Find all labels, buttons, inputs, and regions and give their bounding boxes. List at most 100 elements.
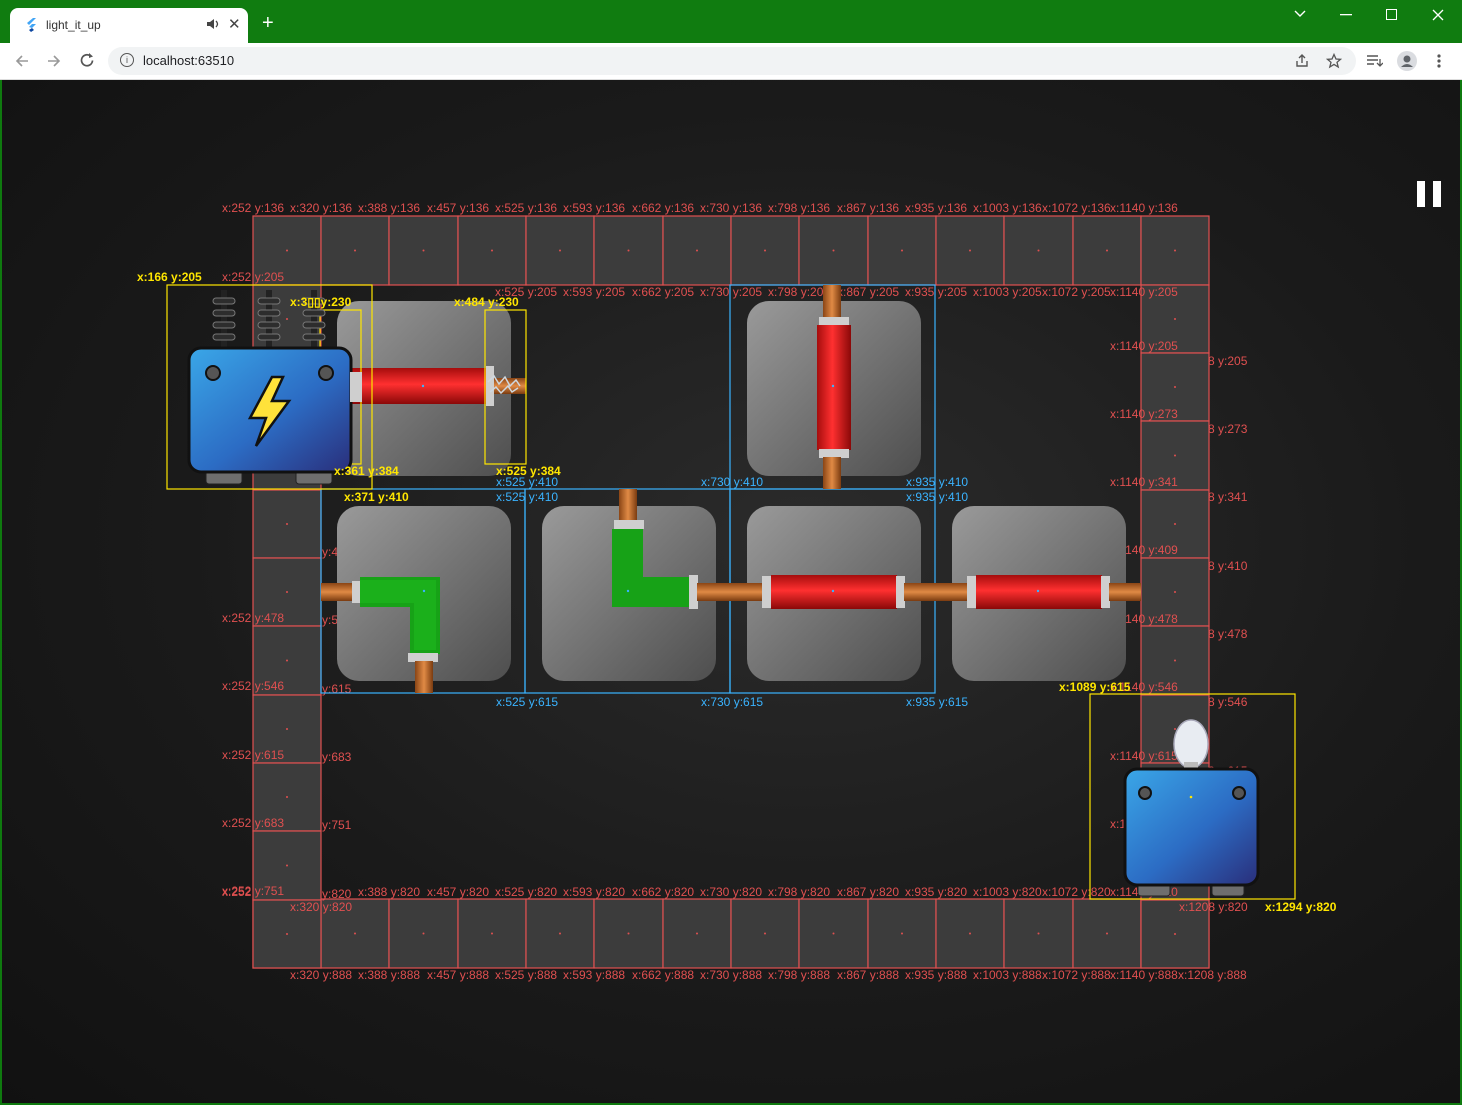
coordinate-label: x:867 y:136 [837, 201, 899, 215]
cell-center-dot [969, 249, 971, 252]
coordinate-label: x:867 y:820 [837, 885, 899, 899]
back-icon[interactable] [14, 53, 30, 69]
coordinate-label: x:252 y:478 [222, 611, 284, 625]
cell-center-dot [696, 932, 698, 935]
cell-center-dot [969, 932, 971, 935]
coordinate-label: x:320 y:888 [290, 968, 352, 982]
cell-center-dot [1037, 249, 1040, 252]
cell-label: x:525 y:410 [496, 490, 558, 504]
coordinate-label: x:935 y:205 [905, 285, 967, 299]
cell-center-dot [286, 659, 288, 662]
coordinate-label: x:1140 y:341 [1110, 475, 1178, 489]
cell-center-dot [286, 318, 288, 320]
minimize-icon[interactable] [1340, 14, 1352, 16]
coordinate-label: x:1208 y:820 [1179, 900, 1248, 914]
forward-icon[interactable] [46, 53, 62, 69]
cell-center-dot [832, 932, 835, 935]
site-info-icon[interactable]: i [120, 53, 134, 67]
coordinate-label: x:593 y:205 [563, 285, 625, 299]
coordinate-label: y:751 [322, 818, 352, 832]
puzzle-tiles [337, 301, 1126, 681]
coordinate-label: x:662 y:205 [632, 285, 694, 299]
game-scene: x:252 y:136 x:320 y:136 x:388 y:136 x:457 y… [137, 201, 1337, 982]
coordinate-label: x:593 y:136 [563, 201, 625, 215]
cell-center-dot [1174, 523, 1176, 525]
cell-center-dot [1174, 933, 1176, 935]
coordinate-label: x:1003 y:136 [973, 201, 1042, 215]
new-tab-button[interactable]: + [262, 13, 274, 33]
coordinate-label: x:1003 y:820 [973, 885, 1042, 899]
cell-center-dot [1174, 659, 1176, 662]
coordinate-label: x:252 y:683 [222, 816, 284, 830]
coordinate-label: x:252 y:205 [222, 270, 284, 284]
coordinate-label: x:730 y:820 [700, 885, 762, 899]
browser-tab[interactable]: light_it_up ✕ [10, 8, 248, 43]
coordinate-label: x:525 y:136 [495, 201, 557, 215]
coordinate-label: 8 y:341 [1208, 490, 1248, 504]
reload-icon[interactable] [79, 52, 96, 69]
pipe-bbox-label-br: x:361 y:384 [334, 464, 399, 478]
tab-title: light_it_up [46, 18, 101, 32]
coordinate-label: x:252 y:615 [222, 748, 284, 762]
cell-center-dot [696, 249, 698, 252]
pipe-horizontal-red-2 [762, 575, 968, 609]
coordinate-label: x:730 y:888 [700, 968, 762, 982]
cell-center-dot [286, 523, 288, 525]
coordinate-label: y:615 [322, 682, 352, 696]
coordinate-label: x:798 y:136 [768, 201, 830, 215]
coordinate-label: x:525 y:820 [495, 885, 557, 899]
tab-close-icon[interactable]: ✕ [228, 15, 241, 33]
coordinate-label: x:1072 y:888 [1042, 968, 1111, 982]
speaker-icon[interactable] [206, 17, 220, 31]
coordinate-label: x:1072 y:820 [1042, 885, 1111, 899]
coordinate-label: 8 y:273 [1208, 422, 1248, 436]
coordinate-label: x:593 y:888 [563, 968, 625, 982]
coordinate-label: x:662 y:888 [632, 968, 694, 982]
coordinate-label: x:1140 y:615 [1110, 749, 1178, 763]
coordinate-label: x:252 y:136 [222, 201, 284, 215]
tab-search-icon[interactable] [1293, 9, 1307, 19]
address-bar[interactable]: i localhost:63510 [108, 47, 1356, 75]
coordinate-label: x:1072 y:205 [1042, 285, 1111, 299]
coordinate-label: x:320 y:820 [290, 900, 352, 914]
cell-center-dot [286, 591, 288, 593]
coordinate-label: x:1140 y:205 [1110, 285, 1178, 299]
cell-center-dot [286, 728, 288, 730]
share-icon[interactable] [1294, 53, 1310, 69]
cell-label: x:935 y:410 [906, 475, 968, 489]
source-bbox-label-br: x:371 y:410 [344, 490, 409, 504]
cell-center-dot [627, 249, 630, 252]
bookmark-star-icon[interactable] [1326, 53, 1342, 69]
cell-center-dot [627, 932, 630, 935]
coordinate-label: x:1003 y:888 [973, 968, 1042, 982]
cell-center-dot [1174, 318, 1176, 320]
coordinate-label: y:683 [322, 750, 352, 764]
cell-center-dot [491, 249, 493, 252]
coordinate-label: x:798 y:205 [768, 285, 830, 299]
coordinate-label: x:320 y:136 [290, 201, 352, 215]
coordinate-label: x:252 y:546 [222, 679, 284, 693]
bulb-bbox-label: x:1089 y:615 [1059, 680, 1131, 694]
maximize-icon[interactable] [1386, 9, 1397, 20]
menu-kebab-icon[interactable] [1437, 53, 1441, 69]
coordinate-label: x:867 y:205 [837, 285, 899, 299]
coordinate-label: x:1140 y:205 [1110, 339, 1178, 353]
coordinate-label: x:1140 y:136 [1110, 201, 1178, 215]
pause-button[interactable] [1417, 181, 1444, 207]
game-canvas[interactable]: x:252 y:136 x:320 y:136 x:388 y:136 x:457 y… [2, 80, 1460, 1103]
close-window-icon[interactable] [1432, 9, 1444, 21]
cell-center-dot [422, 249, 425, 252]
cell-center-dot [286, 864, 288, 867]
bulb-bbox-label-br: x:1294 y:820 [1265, 900, 1337, 914]
coordinate-label: 8 y:205 [1208, 354, 1248, 368]
profile-avatar-icon[interactable] [1397, 51, 1417, 71]
coordinate-label: x:730 y:205 [700, 285, 762, 299]
reading-list-icon[interactable] [1366, 53, 1383, 69]
coordinate-label: x:1003 y:205 [973, 285, 1042, 299]
source-bbox-label: x:166 y:205 [137, 270, 202, 284]
coordinate-label: 8 y:410 [1208, 559, 1248, 573]
coordinate-label: x:388 y:136 [358, 201, 420, 215]
cell-center-dot [1174, 591, 1176, 593]
coordinate-label: x:798 y:820 [768, 885, 830, 899]
cell-center-dot [286, 933, 288, 935]
